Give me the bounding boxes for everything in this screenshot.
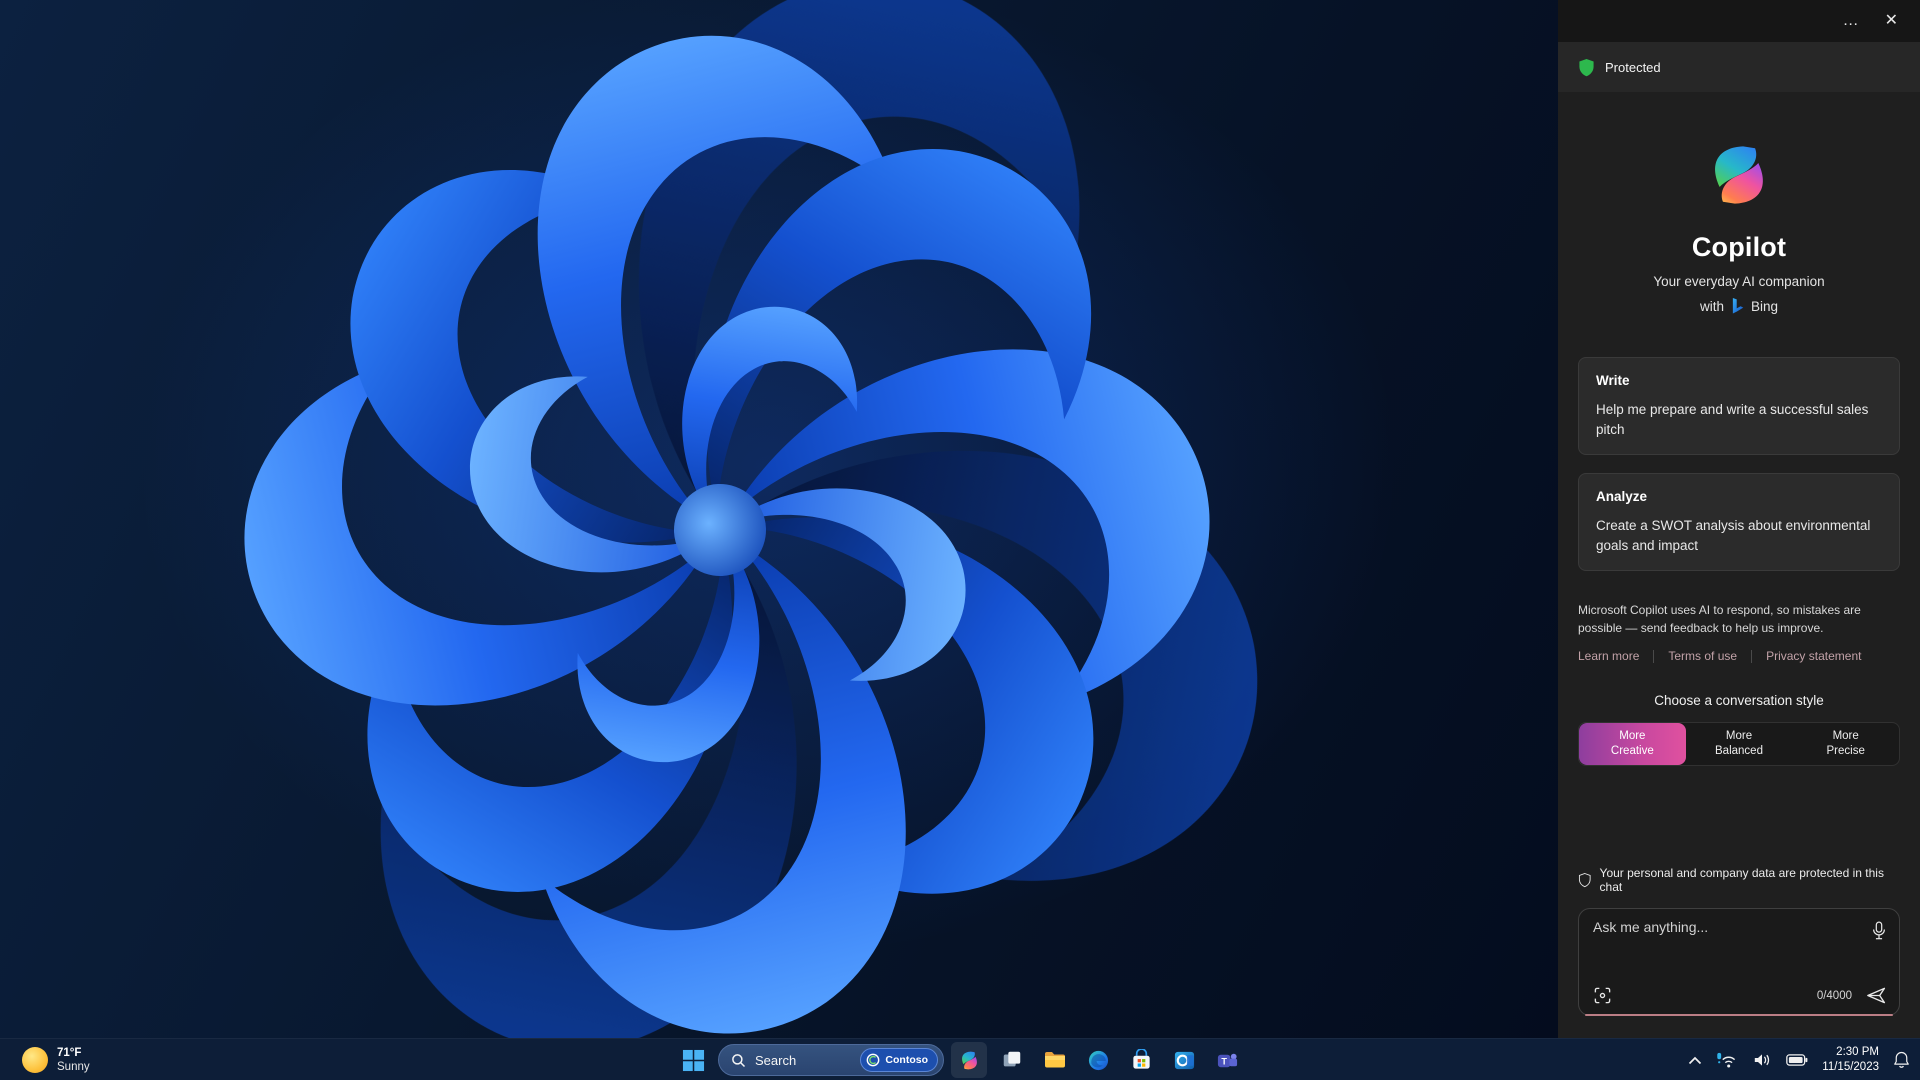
divider [1751, 649, 1753, 663]
panel-titlebar: … ✕ [1558, 0, 1920, 42]
tray-expand-button[interactable] [1688, 1056, 1702, 1065]
more-options-icon[interactable]: … [1843, 13, 1859, 29]
weather-widget[interactable]: 71°F Sunny [14, 1039, 98, 1080]
with-bing-row: with Bing [1700, 298, 1778, 315]
card-title: Analyze [1596, 489, 1648, 505]
style-label-line: More [1725, 729, 1753, 742]
search-company-badge: Contoso [860, 1048, 938, 1072]
style-label-line: Precise [1826, 745, 1865, 758]
style-label-line: More [1619, 729, 1646, 742]
divider [1653, 649, 1655, 663]
teams-app-icon: T [1217, 1053, 1237, 1067]
weather-temperature: 71°F [57, 1046, 82, 1059]
weather-condition: Sunny [57, 1061, 90, 1073]
chevron-up-icon [1689, 1056, 1702, 1064]
outlook-mail-icon [1174, 1051, 1194, 1069]
style-more-precise-button[interactable]: More Precise [1792, 723, 1899, 765]
battery-icon[interactable] [1786, 1054, 1808, 1066]
tray-time: 2:30 PM [1836, 1046, 1879, 1059]
chat-input-box: 0/4000 [1578, 908, 1900, 1016]
microsoft-store-icon [1132, 1048, 1150, 1069]
send-button[interactable] [1866, 986, 1887, 1005]
analyze-suggestion-card[interactable]: Analyze Create a SWOT analysis about env… [1578, 473, 1900, 572]
taskbar-center: Search Contoso T [675, 1039, 1245, 1080]
edge-browser-icon [1088, 1050, 1108, 1070]
with-label: with [1699, 299, 1724, 314]
input-toolbar: 0/4000 [1593, 986, 1887, 1005]
conversation-style-picker: More Creative More Balanced More Precise [1578, 722, 1900, 767]
bing-icon [1732, 298, 1744, 314]
card-title: Write [1596, 373, 1630, 388]
start-button[interactable] [675, 1042, 711, 1078]
style-label-line: Creative [1610, 745, 1654, 758]
notification-bell-icon[interactable] [1893, 1051, 1910, 1069]
data-protection-note: Your personal and company data are prote… [1558, 866, 1920, 894]
style-label-line: Balanced [1715, 745, 1763, 758]
bloom-wallpaper-art [244, 0, 1258, 1038]
suggestion-cards: Write Help me prepare and write a succes… [1558, 357, 1920, 572]
conversation-style-heading: Choose a conversation style [1654, 693, 1824, 709]
svg-text:T: T [1221, 1056, 1227, 1066]
copilot-subtitle: Your everyday AI companion [1653, 274, 1825, 289]
tray-date: 11/15/2023 [1822, 1061, 1879, 1073]
style-more-creative-button[interactable]: More Creative [1579, 723, 1686, 766]
protected-label: Protected [1605, 59, 1661, 75]
search-badge-label: Contoso [885, 1054, 928, 1066]
search-icon [732, 1053, 746, 1067]
system-tray: 2:30 PM 11/15/2023 [1688, 1039, 1910, 1080]
terms-of-use-link[interactable]: Terms of use [1668, 649, 1737, 663]
microphone-button[interactable] [1871, 921, 1887, 941]
privacy-statement-link[interactable]: Privacy statement [1766, 649, 1861, 663]
search-placeholder: Search [755, 1052, 797, 1068]
shield-outline-icon [1578, 873, 1591, 888]
windows-logo-icon [682, 1049, 704, 1071]
copilot-panel: … ✕ Protected Copilot Your everyday AI c… [1558, 0, 1920, 1038]
contoso-logo-icon [867, 1053, 880, 1067]
copilot-title: Copilot [1691, 232, 1787, 262]
task-view-icon [1003, 1051, 1021, 1067]
network-icon[interactable] [1716, 1052, 1738, 1069]
style-more-balanced-button[interactable]: More Balanced [1686, 723, 1793, 765]
copilot-hero: Copilot Your everyday AI companion with … [1558, 138, 1920, 315]
shield-icon [1579, 58, 1594, 76]
clock[interactable]: 2:30 PM 11/15/2023 [1822, 1045, 1879, 1075]
card-body: Create a SWOT analysis about environment… [1596, 518, 1871, 553]
screenshot-button[interactable] [1593, 986, 1612, 1005]
task-view-button[interactable] [994, 1042, 1030, 1078]
copilot-taskbar-icon[interactable] [951, 1042, 987, 1078]
chat-input[interactable] [1593, 919, 1855, 975]
folder-icon [1045, 1052, 1065, 1068]
protected-status-bar: Protected [1558, 42, 1920, 92]
screen: … ✕ Protected Copilot Your everyday AI c… [0, 0, 1920, 1080]
store-icon[interactable] [1123, 1042, 1159, 1078]
ai-disclaimer-text: Microsoft Copilot uses AI to respond, so… [1578, 603, 1861, 636]
style-label-line: More [1832, 729, 1859, 742]
copilot-logo-icon [1715, 146, 1763, 204]
file-explorer-icon[interactable] [1037, 1042, 1073, 1078]
sun-icon [22, 1047, 48, 1073]
outlook-icon[interactable] [1166, 1042, 1202, 1078]
close-icon[interactable]: ✕ [1885, 13, 1898, 29]
bing-label: Bing [1750, 299, 1779, 314]
write-suggestion-card[interactable]: Write Help me prepare and write a succes… [1578, 357, 1900, 456]
legal-links: Learn more Terms of use Privacy statemen… [1558, 649, 1920, 663]
data-protection-text: Your personal and company data are prote… [1599, 866, 1884, 894]
search-box[interactable]: Search Contoso [718, 1044, 944, 1076]
learn-more-link[interactable]: Learn more [1578, 649, 1639, 663]
taskbar: 71°F Sunny Search Contoso T 2:30 PM 11/1… [0, 1038, 1920, 1080]
edge-icon[interactable] [1080, 1042, 1116, 1078]
card-body: Help me prepare and write a successful s… [1596, 402, 1869, 437]
teams-icon[interactable]: T [1209, 1042, 1245, 1078]
volume-icon[interactable] [1752, 1052, 1772, 1068]
character-counter: 0/4000 [1816, 989, 1852, 1002]
